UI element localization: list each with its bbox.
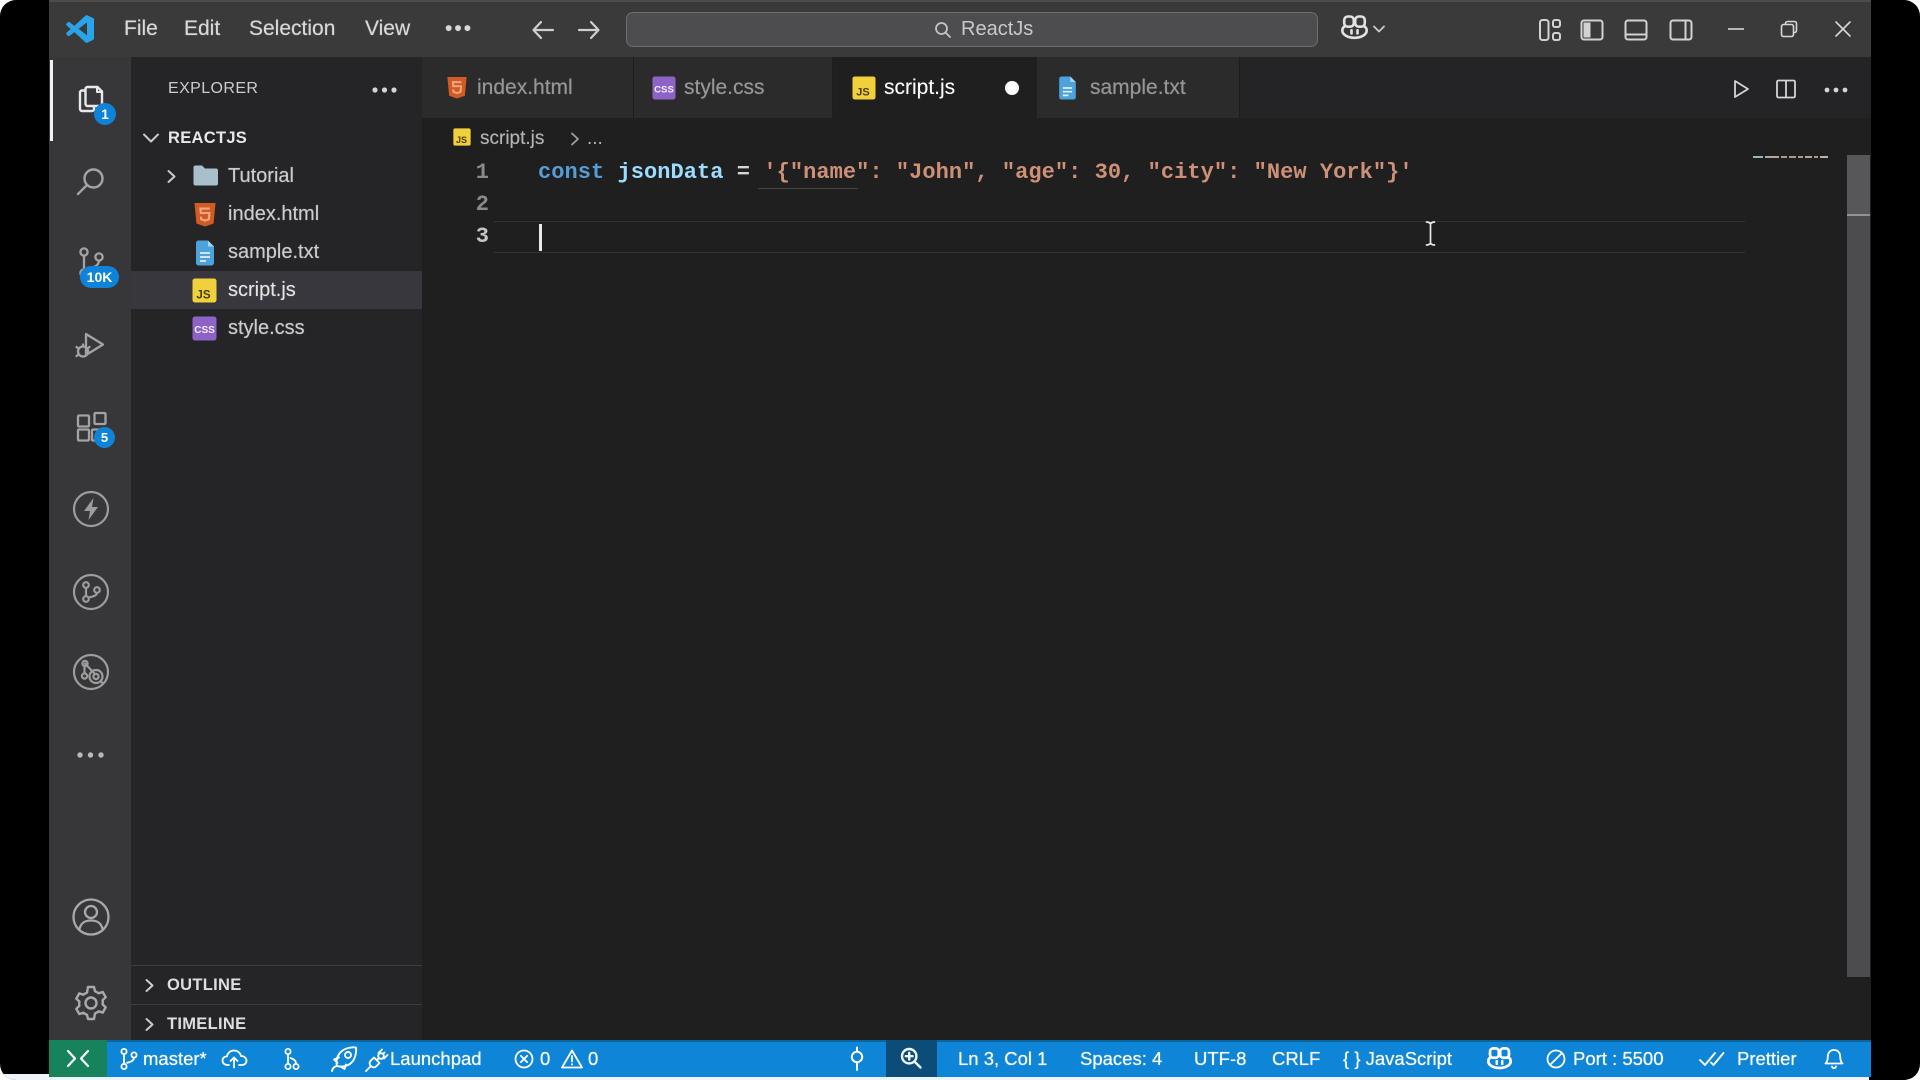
svg-text:CSS: CSS: [194, 325, 215, 336]
svg-text:JS: JS: [456, 135, 467, 145]
svg-text:JS: JS: [196, 290, 210, 302]
svg-text:JS: JS: [856, 87, 870, 99]
svg-text:CSS: CSS: [654, 84, 674, 95]
